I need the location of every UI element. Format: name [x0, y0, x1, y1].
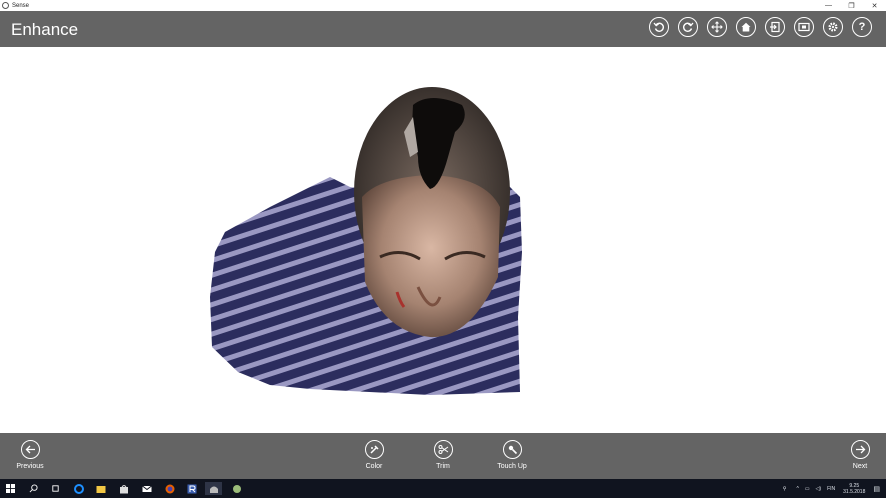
- app-name: Sense: [12, 2, 30, 9]
- close-button[interactable]: ✕: [863, 0, 886, 11]
- touchup-button[interactable]: Touch Up: [487, 440, 537, 470]
- clock-date: 31.5.2018: [843, 488, 866, 495]
- app-icon: [2, 2, 9, 9]
- move-icon: [711, 21, 723, 33]
- export-button[interactable]: [765, 17, 785, 37]
- touchup-icon: [508, 445, 517, 455]
- undo-button[interactable]: [649, 17, 669, 37]
- settings-button[interactable]: [823, 17, 843, 37]
- trim-label: Trim: [436, 463, 450, 470]
- arrow-left-icon: [25, 445, 35, 454]
- scan-model-image: [210, 87, 522, 395]
- windows-start-icon[interactable]: [4, 482, 17, 495]
- toolbar-tools: ?: [649, 17, 872, 37]
- move-button[interactable]: [707, 17, 727, 37]
- view-icon: [798, 22, 810, 32]
- page-title: Enhance: [11, 20, 79, 39]
- bottom-action-bar: Previous Color Trim Touch Up Next: [0, 433, 886, 479]
- mail-icon[interactable]: [140, 482, 153, 495]
- edge-browser-icon[interactable]: [72, 482, 85, 495]
- minimize-button[interactable]: —: [817, 0, 840, 11]
- brush-icon: [369, 445, 379, 454]
- help-button[interactable]: ?: [852, 17, 872, 37]
- notifications-icon[interactable]: ▤: [873, 485, 880, 493]
- file-explorer-icon[interactable]: [94, 482, 107, 495]
- restore-button[interactable]: ❐: [840, 0, 863, 11]
- store-icon[interactable]: [117, 482, 130, 495]
- window-titlebar: Sense — ❐ ✕: [0, 0, 886, 11]
- next-label: Next: [852, 463, 868, 470]
- search-icon[interactable]: [27, 482, 40, 495]
- previous-button[interactable]: Previous: [5, 440, 55, 470]
- color-label: Color: [365, 463, 383, 470]
- help-icon: ?: [858, 21, 866, 33]
- touchup-label: Touch Up: [497, 463, 527, 470]
- r-app-icon[interactable]: [185, 482, 198, 495]
- window-controls: — ❐ ✕: [817, 0, 886, 11]
- next-button[interactable]: Next: [835, 440, 885, 470]
- chevron-up-icon[interactable]: ^: [796, 486, 798, 492]
- undo-icon: [653, 22, 664, 32]
- home-icon: [741, 22, 751, 32]
- network-icon[interactable]: ▭: [805, 486, 810, 492]
- scissors-icon: [438, 445, 448, 454]
- language-indicator[interactable]: FIN: [827, 486, 835, 492]
- export-icon: [770, 21, 780, 33]
- firefox-icon[interactable]: [163, 482, 176, 495]
- sense-app-taskbar-icon[interactable]: [205, 482, 222, 495]
- view-button[interactable]: [794, 17, 814, 37]
- previous-label: Previous: [16, 463, 44, 470]
- header-toolbar: Enhance ?: [0, 11, 886, 47]
- clock[interactable]: 9.25 31.5.2018: [843, 483, 865, 495]
- arrow-right-icon: [855, 445, 865, 454]
- redo-button[interactable]: [678, 17, 698, 37]
- people-icon[interactable]: ⚲: [783, 486, 787, 492]
- redo-icon: [683, 22, 694, 32]
- trim-button[interactable]: Trim: [418, 440, 468, 470]
- settings-icon: [828, 22, 838, 32]
- home-button[interactable]: [736, 17, 756, 37]
- windows-taskbar: ⚲ ^ ▭ ◁) FIN 9.25 31.5.2018 ▤: [0, 479, 886, 498]
- app-taskbar-icon[interactable]: [230, 482, 243, 495]
- task-view-icon[interactable]: [49, 482, 62, 495]
- scan-viewport[interactable]: [0, 47, 886, 433]
- system-tray: ⚲ ^ ▭ ◁) FIN 9.25 31.5.2018 ▤: [783, 479, 886, 498]
- volume-icon[interactable]: ◁): [816, 486, 822, 492]
- color-button[interactable]: Color: [349, 440, 399, 470]
